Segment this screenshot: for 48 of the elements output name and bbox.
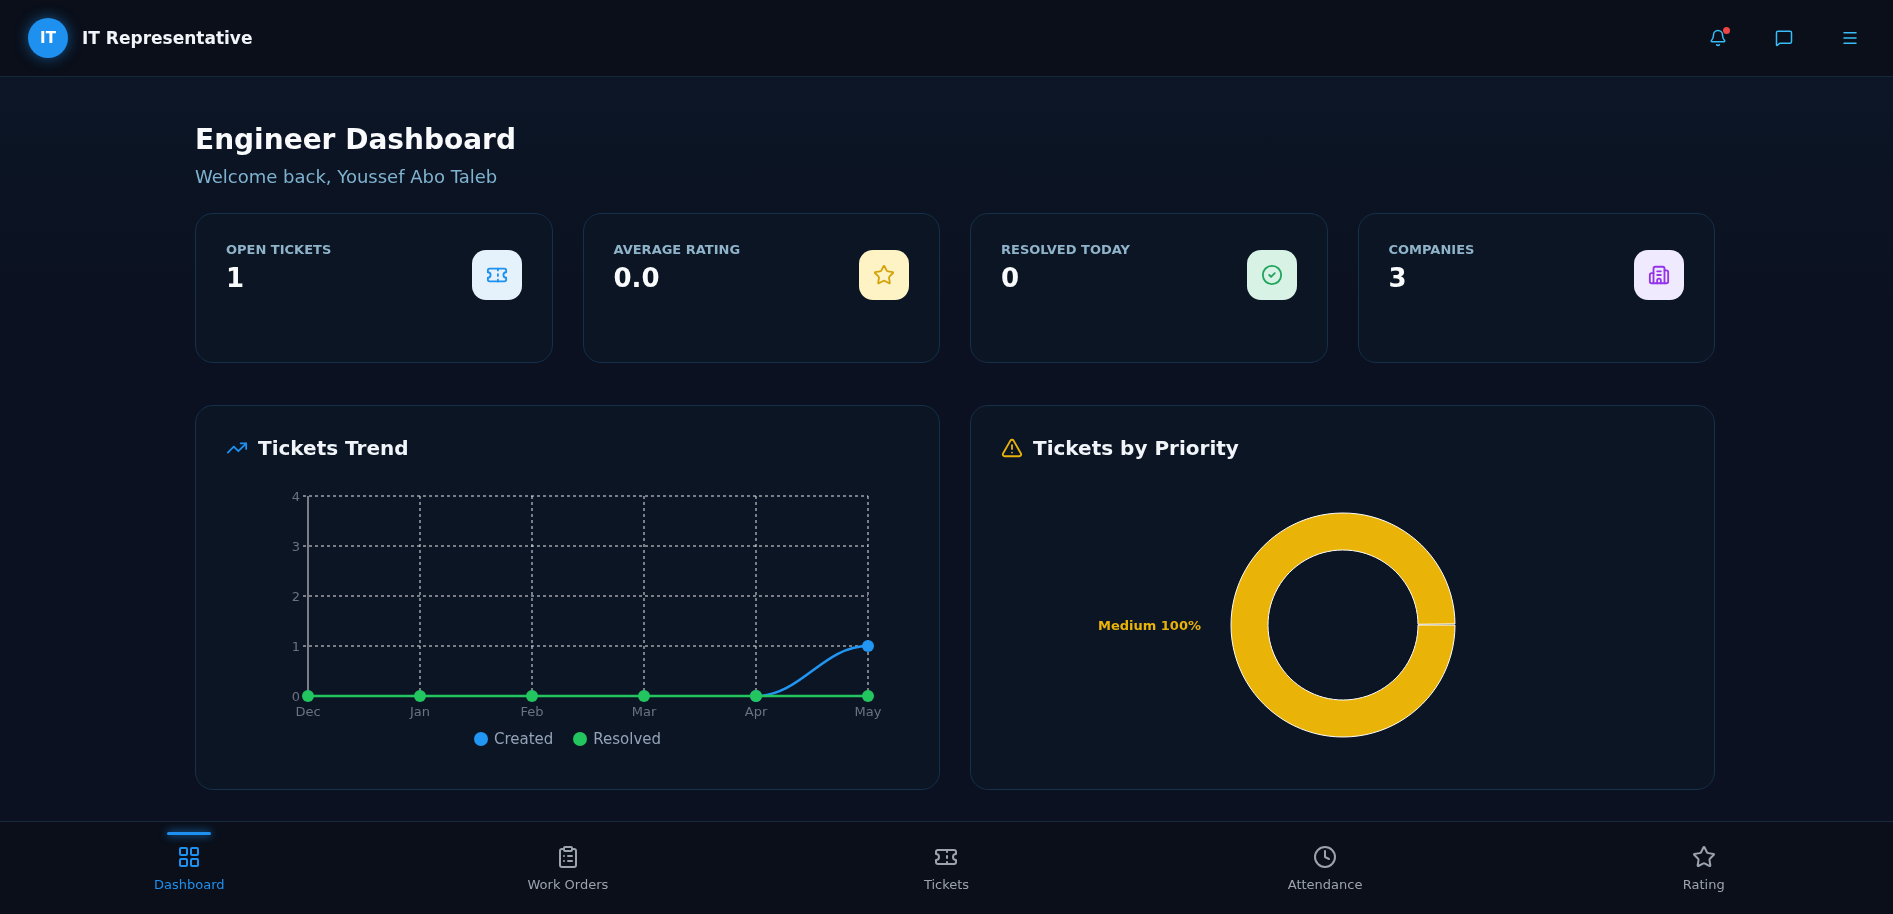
stat-label: AVERAGE RATING: [613, 242, 741, 257]
axis-tick-label: 0: [291, 689, 300, 704]
data-point: [301, 690, 314, 702]
axis-tick-label: Apr: [744, 704, 767, 719]
axis-tick-label: May: [854, 704, 881, 719]
nav-tab[interactable]: Attendance: [1135, 822, 1515, 914]
data-point: [861, 690, 874, 702]
axis-tick-label: 1: [291, 639, 300, 654]
stat-value: 0.0: [613, 263, 661, 293]
data-point: [525, 690, 538, 702]
axis-tick-label: Dec: [294, 704, 321, 719]
stat-value: 1: [226, 263, 246, 293]
legend-dot: [573, 732, 588, 746]
clock-icon: [1313, 844, 1338, 869]
page-subtitle: Welcome back, Youssef Abo Taleb: [195, 166, 499, 187]
axis-tick-label: 3: [291, 539, 300, 554]
avatar: IT: [28, 18, 68, 58]
axis-tick-label: Feb: [520, 704, 543, 719]
axis-tick-label: 4: [291, 489, 300, 504]
nav-tab[interactable]: Rating: [1514, 822, 1893, 914]
stat-label: OPEN TICKETS: [226, 242, 332, 257]
card-title: Tickets by Priority: [1033, 436, 1239, 460]
nav-tab[interactable]: Tickets: [757, 822, 1136, 914]
stat-value: 0: [1001, 263, 1021, 293]
page-title: Engineer Dashboard: [195, 123, 517, 156]
stat-label: RESOLVED TODAY: [1001, 242, 1130, 257]
axis-tick-label: 2: [291, 589, 300, 604]
axis-tick-label: Jan: [409, 704, 430, 719]
card-title: Tickets Trend: [258, 436, 409, 460]
stat-label: COMPANIES: [1388, 242, 1475, 257]
ticket-icon: [471, 250, 522, 300]
star-icon: [859, 250, 909, 300]
data-point: [637, 690, 650, 702]
data-point: [413, 690, 426, 702]
data-point: [861, 640, 874, 652]
legend-dot: [473, 732, 488, 746]
legend-label: Resolved: [593, 730, 662, 748]
app-title: IT Representative: [82, 28, 253, 48]
dashboard-icon: [177, 844, 202, 869]
axis-tick-label: Mar: [631, 704, 656, 719]
legend-label: Created: [493, 730, 554, 748]
building-icon: [1634, 250, 1684, 300]
stat-value: 3: [1388, 263, 1408, 293]
warning-icon: [1001, 437, 1023, 459]
nav-tab[interactable]: Dashboard: [0, 822, 379, 914]
star-icon: [1691, 844, 1716, 869]
slice-label: Medium 100%: [1097, 618, 1201, 633]
nav-tab[interactable]: Work Orders: [378, 822, 758, 914]
